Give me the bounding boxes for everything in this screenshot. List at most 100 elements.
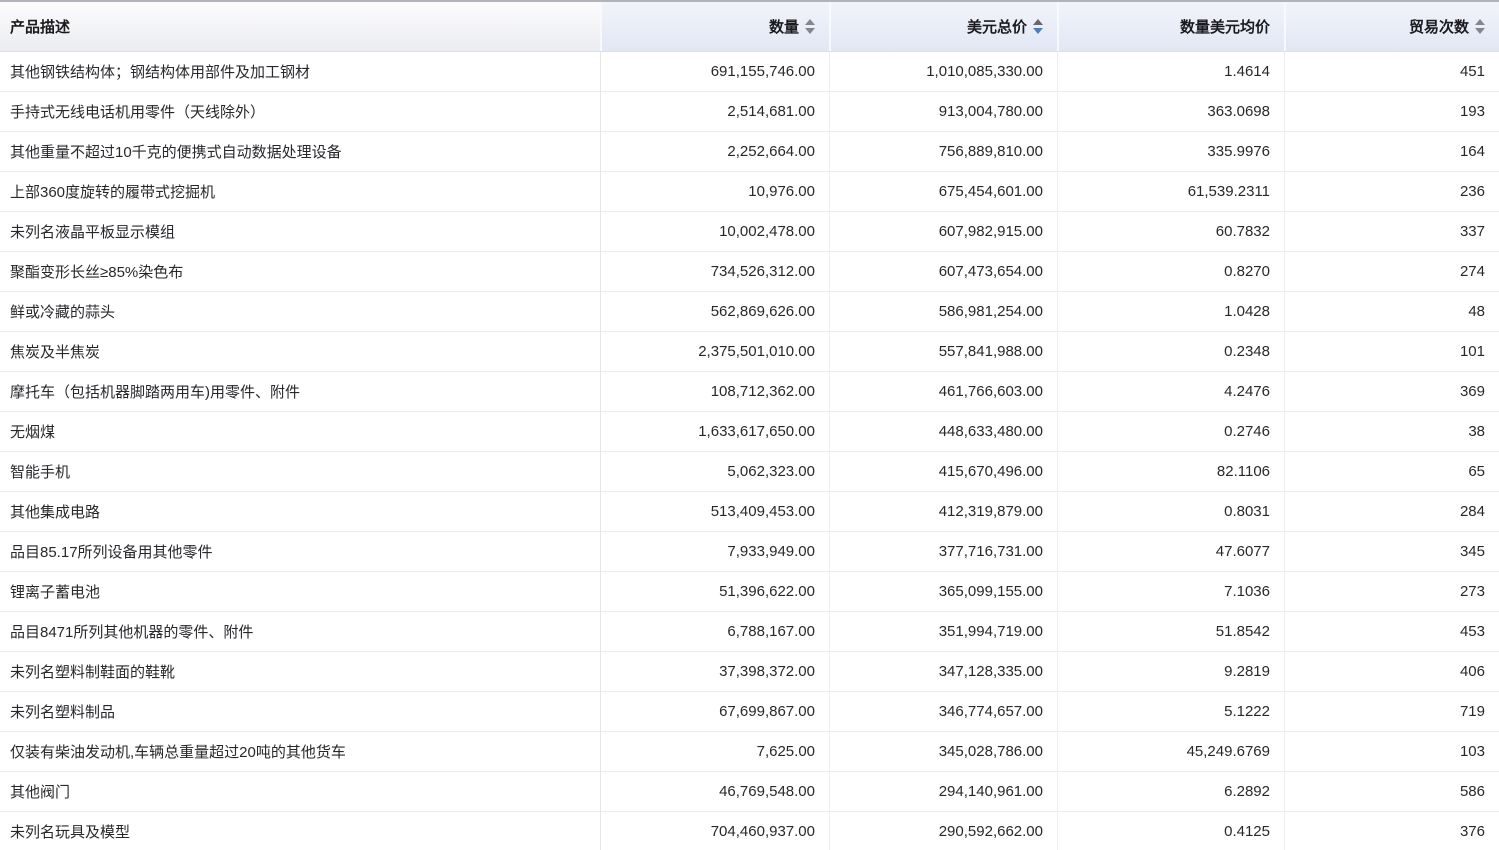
table-row: 品目85.17所列设备用其他零件7,933,949.00377,716,731.… bbox=[0, 532, 1499, 572]
trade-count-cell: 345 bbox=[1284, 532, 1499, 571]
avg-usd-price-cell: 9.2819 bbox=[1057, 652, 1284, 691]
product-description-cell: 未列名塑料制品 bbox=[0, 692, 600, 731]
quantity-cell: 2,514,681.00 bbox=[600, 92, 829, 131]
column-header-label: 美元总价 bbox=[967, 16, 1027, 37]
sort-desc-icon-active[interactable] bbox=[1033, 28, 1043, 34]
column-header-quantity[interactable]: 数量 bbox=[600, 2, 829, 51]
trade-count-cell: 164 bbox=[1284, 132, 1499, 171]
usd-total-cell: 586,981,254.00 bbox=[829, 292, 1057, 331]
sort-asc-icon[interactable] bbox=[1033, 19, 1043, 25]
product-description-cell: 锂离子蓄电池 bbox=[0, 572, 600, 611]
quantity-cell: 67,699,867.00 bbox=[600, 692, 829, 731]
trade-count-cell: 48 bbox=[1284, 292, 1499, 331]
quantity-cell: 108,712,362.00 bbox=[600, 372, 829, 411]
trade-count-cell: 719 bbox=[1284, 692, 1499, 731]
usd-total-cell: 675,454,601.00 bbox=[829, 172, 1057, 211]
column-header-trade-count[interactable]: 贸易次数 bbox=[1284, 2, 1499, 51]
trade-count-cell: 369 bbox=[1284, 372, 1499, 411]
column-header-label: 贸易次数 bbox=[1409, 16, 1469, 37]
column-header-label: 数量 bbox=[769, 16, 799, 37]
avg-usd-price-cell: 0.4125 bbox=[1057, 812, 1284, 850]
table-row: 未列名塑料制鞋面的鞋靴37,398,372.00347,128,335.009.… bbox=[0, 652, 1499, 692]
table-row: 其他集成电路513,409,453.00412,319,879.000.8031… bbox=[0, 492, 1499, 532]
product-description-cell: 无烟煤 bbox=[0, 412, 600, 451]
table-row: 其他钢铁结构体；钢结构体用部件及加工钢材691,155,746.001,010,… bbox=[0, 52, 1499, 92]
avg-usd-price-cell: 45,249.6769 bbox=[1057, 732, 1284, 771]
trade-count-cell: 38 bbox=[1284, 412, 1499, 451]
trade-count-cell: 586 bbox=[1284, 772, 1499, 811]
table-row: 无烟煤1,633,617,650.00448,633,480.000.27463… bbox=[0, 412, 1499, 452]
quantity-cell: 51,396,622.00 bbox=[600, 572, 829, 611]
trade-count-cell: 193 bbox=[1284, 92, 1499, 131]
avg-usd-price-cell: 0.8270 bbox=[1057, 252, 1284, 291]
trade-count-cell: 453 bbox=[1284, 612, 1499, 651]
quantity-cell: 2,252,664.00 bbox=[600, 132, 829, 171]
usd-total-cell: 415,670,496.00 bbox=[829, 452, 1057, 491]
sort-icons[interactable] bbox=[1033, 19, 1043, 34]
usd-total-cell: 345,028,786.00 bbox=[829, 732, 1057, 771]
quantity-cell: 10,976.00 bbox=[600, 172, 829, 211]
usd-total-cell: 448,633,480.00 bbox=[829, 412, 1057, 451]
quantity-cell: 691,155,746.00 bbox=[600, 52, 829, 91]
avg-usd-price-cell: 60.7832 bbox=[1057, 212, 1284, 251]
avg-usd-price-cell: 363.0698 bbox=[1057, 92, 1284, 131]
table-row: 聚酯变形长丝≥85%染色布734,526,312.00607,473,654.0… bbox=[0, 252, 1499, 292]
avg-usd-price-cell: 4.2476 bbox=[1057, 372, 1284, 411]
quantity-cell: 46,769,548.00 bbox=[600, 772, 829, 811]
avg-usd-price-cell: 0.2746 bbox=[1057, 412, 1284, 451]
sort-desc-icon[interactable] bbox=[805, 28, 815, 34]
avg-usd-price-cell: 1.4614 bbox=[1057, 52, 1284, 91]
usd-total-cell: 461,766,603.00 bbox=[829, 372, 1057, 411]
product-description-cell: 未列名玩具及模型 bbox=[0, 812, 600, 850]
avg-usd-price-cell: 1.0428 bbox=[1057, 292, 1284, 331]
usd-total-cell: 346,774,657.00 bbox=[829, 692, 1057, 731]
sort-desc-icon[interactable] bbox=[1475, 28, 1485, 34]
sort-icons[interactable] bbox=[805, 19, 815, 34]
table-row: 仅装有柴油发动机,车辆总重量超过20吨的其他货车7,625.00345,028,… bbox=[0, 732, 1499, 772]
sort-icons[interactable] bbox=[1475, 19, 1485, 34]
product-description-cell: 未列名塑料制鞋面的鞋靴 bbox=[0, 652, 600, 691]
quantity-cell: 1,633,617,650.00 bbox=[600, 412, 829, 451]
table-row: 手持式无线电话机用零件（天线除外）2,514,681.00913,004,780… bbox=[0, 92, 1499, 132]
product-description-cell: 焦炭及半焦炭 bbox=[0, 332, 600, 371]
product-description-cell: 智能手机 bbox=[0, 452, 600, 491]
trade-count-cell: 406 bbox=[1284, 652, 1499, 691]
avg-usd-price-cell: 47.6077 bbox=[1057, 532, 1284, 571]
product-description-cell: 聚酯变形长丝≥85%染色布 bbox=[0, 252, 600, 291]
trade-count-cell: 65 bbox=[1284, 452, 1499, 491]
avg-usd-price-cell: 0.8031 bbox=[1057, 492, 1284, 531]
table-row: 上部360度旋转的履带式挖掘机10,976.00675,454,601.0061… bbox=[0, 172, 1499, 212]
sort-asc-icon[interactable] bbox=[805, 19, 815, 25]
usd-total-cell: 607,982,915.00 bbox=[829, 212, 1057, 251]
avg-usd-price-cell: 0.2348 bbox=[1057, 332, 1284, 371]
quantity-cell: 562,869,626.00 bbox=[600, 292, 829, 331]
trade-products-table: 产品描述 数量 美元总价 数量美元均价 贸易次数 其他钢铁结 bbox=[0, 0, 1499, 850]
trade-count-cell: 451 bbox=[1284, 52, 1499, 91]
avg-usd-price-cell: 61,539.2311 bbox=[1057, 172, 1284, 211]
avg-usd-price-cell: 6.2892 bbox=[1057, 772, 1284, 811]
avg-usd-price-cell: 7.1036 bbox=[1057, 572, 1284, 611]
quantity-cell: 5,062,323.00 bbox=[600, 452, 829, 491]
trade-count-cell: 337 bbox=[1284, 212, 1499, 251]
trade-count-cell: 273 bbox=[1284, 572, 1499, 611]
avg-usd-price-cell: 82.1106 bbox=[1057, 452, 1284, 491]
table-row: 品目8471所列其他机器的零件、附件6,788,167.00351,994,71… bbox=[0, 612, 1499, 652]
table-row: 摩托车（包括机器脚踏两用车)用零件、附件108,712,362.00461,76… bbox=[0, 372, 1499, 412]
product-description-cell: 鲜或冷藏的蒜头 bbox=[0, 292, 600, 331]
avg-usd-price-cell: 5.1222 bbox=[1057, 692, 1284, 731]
usd-total-cell: 1,010,085,330.00 bbox=[829, 52, 1057, 91]
trade-count-cell: 284 bbox=[1284, 492, 1499, 531]
product-description-cell: 其他重量不超过10千克的便携式自动数据处理设备 bbox=[0, 132, 600, 171]
product-description-cell: 其他集成电路 bbox=[0, 492, 600, 531]
usd-total-cell: 290,592,662.00 bbox=[829, 812, 1057, 850]
table-row: 智能手机5,062,323.00415,670,496.0082.110665 bbox=[0, 452, 1499, 492]
table-row: 锂离子蓄电池51,396,622.00365,099,155.007.10362… bbox=[0, 572, 1499, 612]
column-header-product-description: 产品描述 bbox=[0, 2, 600, 51]
column-header-usd-total[interactable]: 美元总价 bbox=[829, 2, 1057, 51]
usd-total-cell: 607,473,654.00 bbox=[829, 252, 1057, 291]
usd-total-cell: 294,140,961.00 bbox=[829, 772, 1057, 811]
usd-total-cell: 365,099,155.00 bbox=[829, 572, 1057, 611]
quantity-cell: 734,526,312.00 bbox=[600, 252, 829, 291]
sort-asc-icon[interactable] bbox=[1475, 19, 1485, 25]
product-description-cell: 品目8471所列其他机器的零件、附件 bbox=[0, 612, 600, 651]
